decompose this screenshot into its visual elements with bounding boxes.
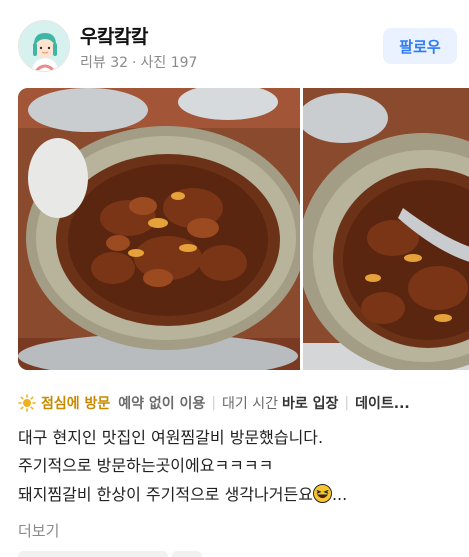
- braised-galbi-photo-icon: [18, 88, 300, 370]
- visit-tags: 점심에 방문 예약 없이 이용 | 대기 시간 바로 입장 | 데이트...: [18, 392, 469, 414]
- avatar-illustration-icon: [19, 21, 69, 71]
- tag-reservation: 예약 없이 이용: [118, 396, 206, 412]
- review-photo-2[interactable]: [303, 88, 469, 370]
- braised-galbi-photo-2-icon: [303, 88, 469, 370]
- photo-count: 사진 197: [140, 55, 198, 71]
- reviewer-stats: 리뷰 32 · 사진 197: [80, 52, 197, 72]
- review-line-text: 돼지찜갈비 한상이 주기적으로 생각나거든요: [18, 485, 313, 504]
- review-line: 대구 현지인 맛집인 여원찜갈비 방문했습니다.: [18, 428, 324, 447]
- review-line: 주기적으로 방문하는곳이에요ㅋㅋㅋㅋ: [18, 456, 274, 475]
- tag-purpose: 데이트...: [355, 396, 410, 412]
- review-header: 우캌캌캌 리뷰 32 · 사진 197 팔로우: [18, 20, 457, 72]
- review-count: 리뷰 32: [80, 55, 129, 71]
- separator-dot: ·: [132, 55, 137, 71]
- tag-divider: |: [211, 395, 217, 411]
- reviewer-name[interactable]: 우캌캌캌: [80, 22, 148, 49]
- sun-icon: [18, 394, 36, 412]
- review-text[interactable]: 대구 현지인 맛집인 여원찜갈비 방문했습니다. 주기적으로 방문하는곳이에요ㅋ…: [18, 428, 458, 512]
- follow-button[interactable]: 팔로우: [383, 28, 457, 64]
- review-photo-1[interactable]: [18, 88, 300, 370]
- review-ellipsis: ...: [331, 485, 348, 504]
- tag-visit-time: 점심에 방문: [41, 396, 111, 412]
- photo-gallery[interactable]: [18, 88, 469, 370]
- keyword-chip[interactable]: [18, 551, 168, 557]
- tag-wait-label: 대기 시간: [222, 396, 279, 412]
- keyword-chip[interactable]: [172, 551, 202, 557]
- laughing-face-emoji-icon: [312, 484, 332, 503]
- review-line: 돼지찜갈비 한상이 주기적으로 생각나거든요 ...: [18, 484, 458, 512]
- avatar[interactable]: [18, 20, 70, 72]
- read-more-link[interactable]: 더보기: [18, 520, 59, 541]
- tag-wait-value: 바로 입장: [282, 396, 339, 412]
- tag-divider: |: [344, 395, 350, 411]
